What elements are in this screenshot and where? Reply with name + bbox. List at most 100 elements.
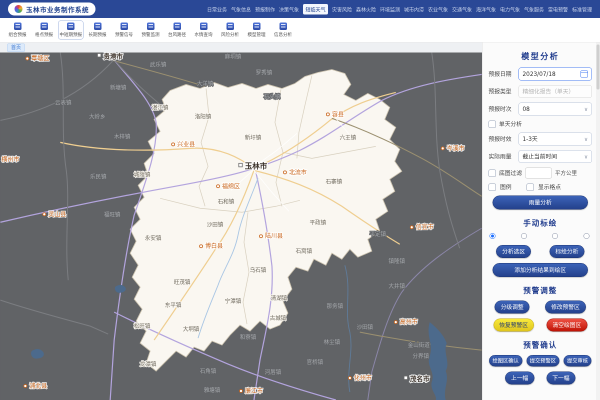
forecast-period-select[interactable]: 1-3天 ∨ [519,133,593,146]
map-marker [326,113,329,116]
menu-item-2[interactable]: 预报制作 [255,5,275,13]
color-radio-orange[interactable] [552,233,558,239]
map-marker [404,376,407,379]
document-icon [226,23,234,31]
toolbar-tab-1[interactable]: 格点预报 [32,21,57,40]
toolbar-tab-5[interactable]: 预警监测 [138,21,163,40]
confirm-button-0[interactable]: 绘图区确认 [489,355,522,367]
forecast-date-input[interactable]: 2023/07/18 [519,68,593,81]
map-label-city: 贵港市 [103,53,123,61]
toolbar-tab-6[interactable]: 台风路径 [165,21,190,40]
map-label-county: 横州市 [1,155,19,163]
map-filter-checkbox[interactable] [489,169,497,177]
map-canvas[interactable]: 贵港市玉林市茂名市覃塘区横州市灵山县浦北县兴业县容县北流市福绵区陆川县博白县信宜… [0,53,482,400]
map-label-county: 容县 [332,110,344,118]
menu-item-15[interactable]: 标准管理 [572,5,592,13]
tab-label: 风险分析 [221,31,239,38]
color-radio-red[interactable] [583,233,589,239]
add-analysis-result-button[interactable]: 添加分析结果到绘区 [493,263,589,277]
tab-label: 格点预报 [35,31,53,38]
color-option-blue[interactable] [490,233,498,239]
sidebar-scrollbar[interactable] [596,43,600,400]
confirm-btn-row: 绘图区确认提交预警区提交审核 [489,355,593,367]
single-day-checkbox[interactable] [489,120,497,128]
toolbar-tab-8[interactable]: 风险分析 [218,21,243,40]
legend-checkbox[interactable] [489,183,497,191]
color-radio-yellow[interactable] [521,233,527,239]
menu-item-12[interactable]: 电力气象 [500,5,520,13]
clear-drawing-area-button[interactable]: 清空绘图区 [547,319,588,332]
tab-label: 预警监测 [142,31,160,38]
menu-item-9[interactable]: 农业气象 [428,5,448,13]
menu-item-6[interactable]: 森林火险 [356,5,376,13]
map-label-county: 廉江市 [245,387,263,395]
menu-item-11[interactable]: 海洋气象 [476,5,496,13]
show-grid-checkbox[interactable] [527,183,535,191]
toolbar-tab-7[interactable]: 水情查询 [191,21,216,40]
rain-analysis-button[interactable]: 雨量分析 [493,196,589,210]
main-area: 首页 贵港市玉林市茂名市覃塘区横州市灵山县浦北县兴业县容县北流市福绵区陆川县博白… [0,43,600,400]
document-icon [253,23,261,31]
scrollbar-thumb[interactable] [597,45,600,90]
menu-item-4[interactable]: 短临天气 [303,4,328,15]
confirm-button-1[interactable]: 提交预警区 [526,355,559,367]
map-filter-unit: 平方公里 [555,169,577,177]
confirm-nav-row: 上一幅下一幅 [489,372,593,385]
toolbar-tab-10[interactable]: 信息分析 [271,21,296,40]
color-option-red[interactable] [583,233,591,239]
plot-btn-row: 分析选区 标绘分析 [489,245,593,258]
menu-item-10[interactable]: 交通气象 [452,5,472,13]
map-marker [441,147,444,150]
color-option-yellow[interactable] [521,233,529,239]
calendar-icon[interactable] [581,71,589,78]
forecast-date-label: 预报日期 [489,70,516,78]
forecast-type-row: 预报类型 精细化报告（单天） [489,85,593,98]
chevron-down-icon: ∨ [584,136,588,143]
adjust-button-1[interactable]: 修改预警区 [545,301,586,314]
map-filter-input[interactable] [525,168,552,179]
breadcrumb-home-link[interactable]: 首页 [7,43,25,52]
menu-item-1[interactable]: 气象信息 [231,5,251,13]
menu-item-3[interactable]: 决策气象 [279,5,299,13]
menu-item-7[interactable]: 环境监测 [380,5,400,13]
single-day-label: 单天分析 [499,120,522,128]
map-label-county: 灵山县 [48,210,66,218]
tab-label: 模型管理 [248,31,266,38]
toolbar-tab-2[interactable]: 中短期预报 [58,21,84,40]
tab-label: 长期预报 [89,31,107,38]
document-icon [147,23,155,31]
toolbar-tab-9[interactable]: 模型管理 [244,21,269,40]
map-marker [26,57,29,60]
document-icon [67,23,75,31]
forecast-period-row: 预报时效 1-3天 ∨ [489,133,593,146]
map-label-city-lg: 玉林市 [245,160,268,170]
color-radio-blue[interactable] [490,233,496,239]
menu-item-5[interactable]: 灾害风险 [332,5,352,13]
panel-title: 模型分析 [489,50,593,62]
forecast-date-row: 预报日期 2023/07/18 [489,68,593,81]
app-logo[interactable]: 玉林市业务制作系统 [8,3,96,16]
menu-item-0[interactable]: 日常业务 [207,5,227,13]
toolbar-tab-4[interactable]: 预警信号 [112,21,137,40]
display-options-row: 图例 显示格点 [489,183,593,191]
confirm-button-2[interactable]: 提交审核 [564,355,592,367]
forecast-type-input: 精细化报告（单天） [519,85,593,98]
restore-warning-area-button[interactable]: 恢复预警区 [493,319,534,332]
menu-item-8[interactable]: 城市内涝 [404,5,424,13]
document-icon [173,23,181,31]
toolbar-tab-3[interactable]: 长期预报 [85,21,110,40]
adjust-button-0[interactable]: 分级调整 [495,301,530,314]
menu-item-13[interactable]: 气象服务 [524,5,544,13]
plot-button-0[interactable]: 分析选区 [496,245,531,258]
forecast-time-select[interactable]: 08 ∨ [519,103,593,116]
menu-item-14[interactable]: 雷电预警 [548,5,568,13]
plot-button-1[interactable]: 标绘分析 [549,245,584,258]
map-marker [97,53,100,56]
actual-rain-select[interactable]: 截止当前时间 ∨ [519,150,593,163]
color-option-orange[interactable] [552,233,560,239]
toolbar-tab-0[interactable]: 组合预报 [5,21,30,40]
nav-button-1[interactable]: 下一幅 [546,372,575,385]
forecast-period-label: 预报时效 [489,135,516,143]
tab-label: 组合预报 [8,31,26,38]
nav-button-0[interactable]: 上一幅 [505,372,534,385]
